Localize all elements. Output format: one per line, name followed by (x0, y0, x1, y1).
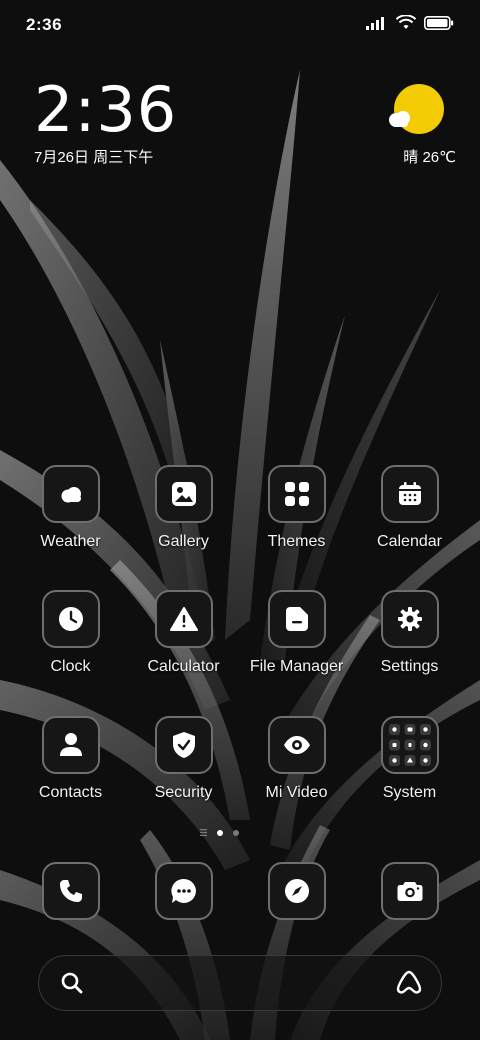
app-label: Mi Video (265, 784, 328, 801)
clock-icon (41, 590, 100, 648)
app-label: Clock (50, 658, 91, 675)
app-file-manager[interactable]: File Manager (240, 590, 353, 676)
wifi-icon (396, 15, 416, 29)
gallery-icon (154, 465, 213, 523)
status-bar: 2:36 (0, 0, 480, 50)
app-label: Contacts (38, 784, 103, 801)
cloud-icon (389, 111, 410, 127)
app-label: Settings (380, 658, 439, 675)
page-indicator[interactable] (200, 829, 239, 836)
search-bar[interactable] (38, 955, 442, 1011)
camera-icon (380, 862, 439, 920)
app-label: File Manager (249, 658, 344, 675)
app-label: Weather (40, 533, 101, 550)
page-dot (233, 829, 239, 836)
list-icon (200, 829, 207, 836)
clock-widget-date: 7月26日 周三下午 (34, 149, 154, 166)
assistant-icon[interactable] (395, 970, 423, 1001)
app-label: Security (154, 784, 213, 801)
app-gallery[interactable]: Gallery (127, 465, 240, 551)
settings-icon (380, 590, 439, 648)
app-label: Themes (267, 533, 326, 550)
battery-icon (424, 16, 454, 30)
contacts-icon (41, 716, 100, 774)
status-icons (366, 15, 454, 31)
dock-camera[interactable] (353, 862, 466, 920)
calendar-icon (380, 465, 439, 523)
app-clock[interactable]: Clock (14, 590, 127, 676)
app-security[interactable]: Security (127, 716, 240, 802)
calculator-icon (154, 590, 213, 648)
app-system-folder[interactable]: System (353, 716, 466, 802)
app-calculator[interactable]: Calculator (127, 590, 240, 676)
app-label: Calculator (147, 658, 220, 675)
dock-browser[interactable] (240, 862, 353, 920)
messages-icon (154, 862, 213, 920)
app-settings[interactable]: Settings (353, 590, 466, 676)
app-label: System (382, 784, 437, 801)
clock-widget-time: 2:36 (34, 73, 178, 146)
app-label: Gallery (158, 533, 209, 550)
clock-widget[interactable]: 2:36 7月26日 周三下午 (34, 78, 177, 167)
mi-video-icon (267, 716, 326, 774)
file-manager-icon (267, 590, 326, 648)
dock-messages[interactable] (127, 862, 240, 920)
browser-icon (267, 862, 326, 920)
app-mi-video[interactable]: Mi Video (240, 716, 353, 802)
phone-icon (41, 862, 100, 920)
app-label: Calendar (377, 533, 442, 550)
search-icon[interactable] (61, 972, 83, 999)
dock-phone[interactable] (14, 862, 127, 920)
themes-icon (267, 465, 326, 523)
app-themes[interactable]: Themes (240, 465, 353, 551)
status-time: 2:36 (26, 15, 63, 34)
app-calendar[interactable]: Calendar (353, 465, 466, 551)
app-contacts[interactable]: Contacts (14, 716, 127, 802)
system-folder-icon (380, 716, 439, 774)
page-dot-active (217, 829, 223, 836)
app-weather[interactable]: Weather (14, 465, 127, 551)
weather-icon (41, 465, 100, 523)
security-icon (154, 716, 213, 774)
weather-widget-text: 晴 26℃ (403, 149, 456, 166)
signal-icon (366, 17, 384, 30)
